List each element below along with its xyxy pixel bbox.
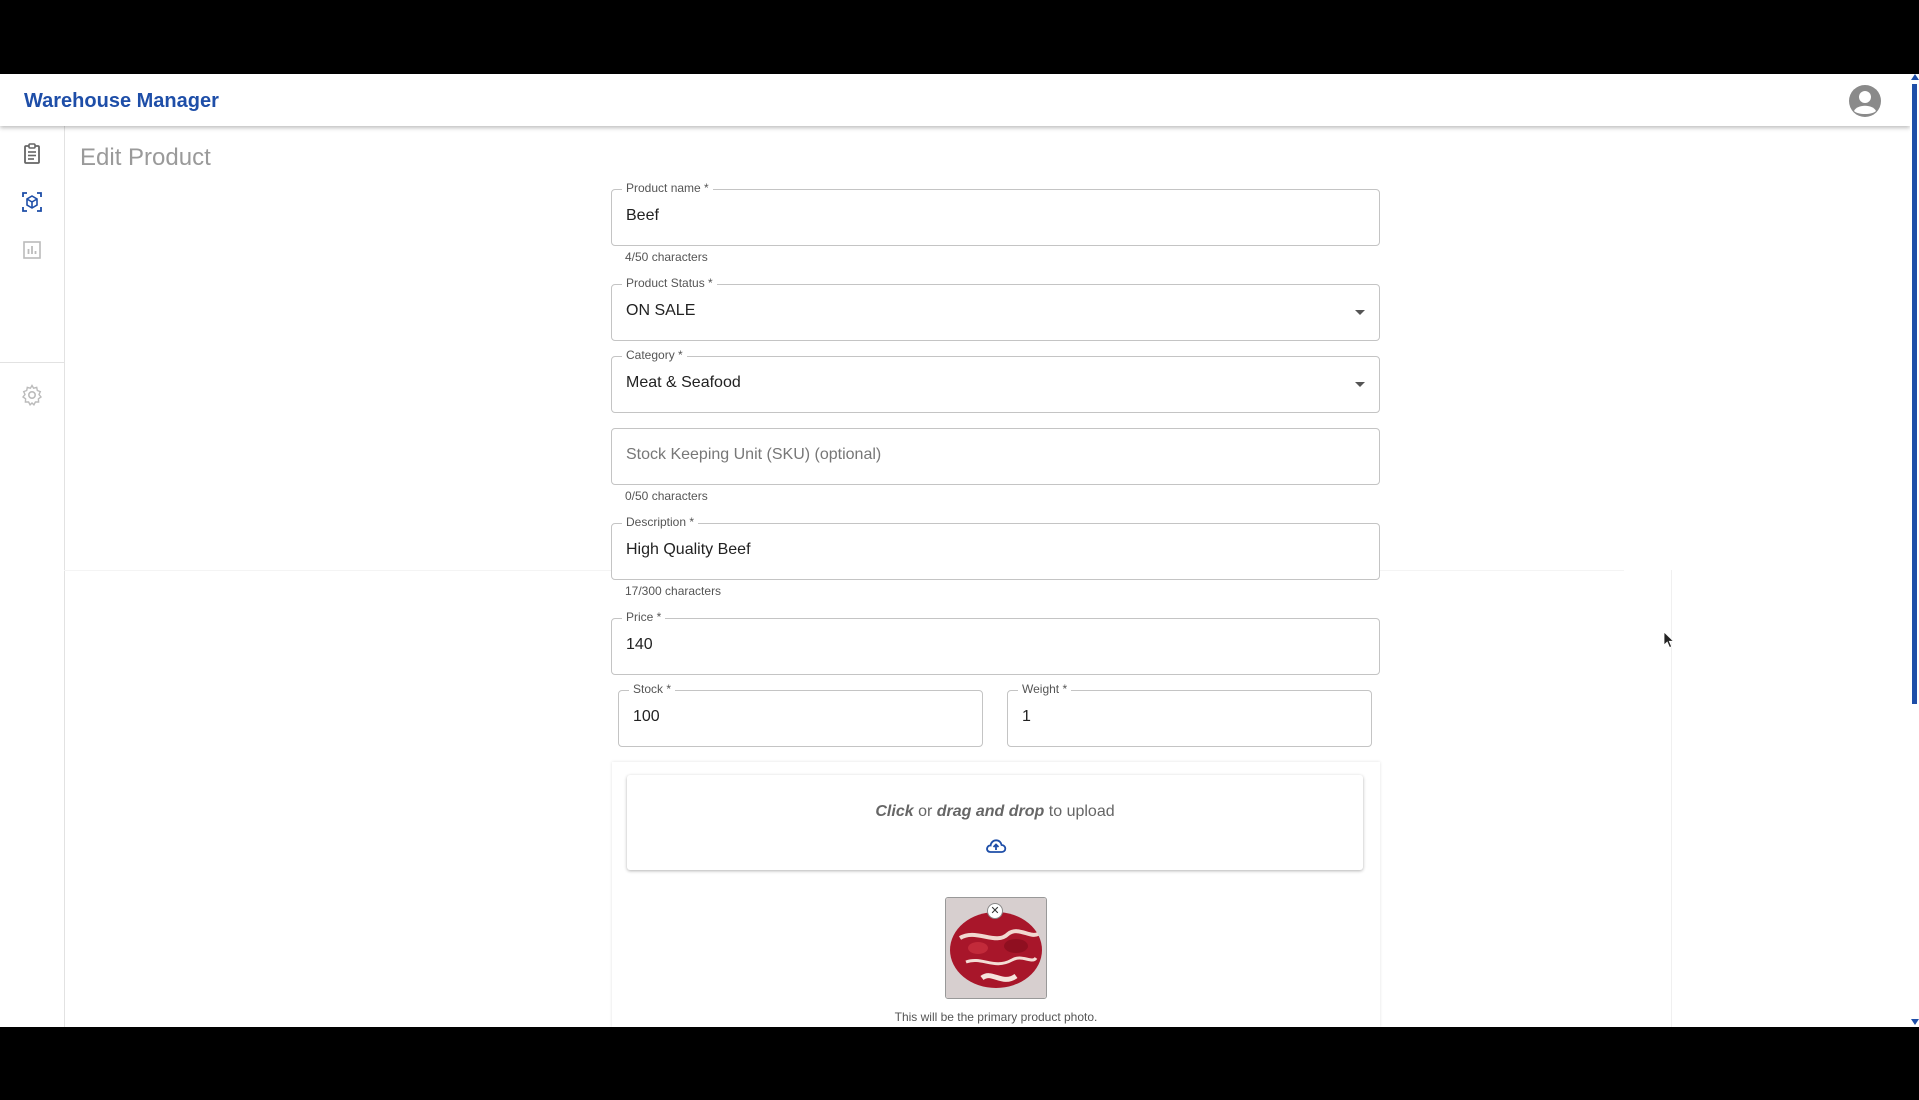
chevron-down-icon[interactable] xyxy=(1355,382,1365,387)
scroll-up-arrow[interactable] xyxy=(1911,74,1919,80)
price-field[interactable]: Price * 140 xyxy=(611,610,1380,675)
mouse-cursor-icon xyxy=(1663,631,1675,649)
sidebar-divider xyxy=(0,362,64,363)
stock-value[interactable]: 100 xyxy=(633,708,660,726)
price-value[interactable]: 140 xyxy=(626,636,653,654)
product-photo-thumbnail[interactable]: ✕ xyxy=(945,897,1047,999)
gear-icon[interactable] xyxy=(20,383,44,407)
weight-label: Weight * xyxy=(1018,682,1072,696)
primary-photo-note: This will be the primary product photo. xyxy=(894,1010,1098,1024)
product-name-helper: 4/50 characters xyxy=(625,250,708,264)
weight-value[interactable]: 1 xyxy=(1022,708,1031,726)
upload-to-text: to upload xyxy=(1048,803,1115,820)
account-icon[interactable] xyxy=(1848,84,1882,118)
app-title[interactable]: Warehouse Manager xyxy=(24,90,219,113)
top-app-bar: Warehouse Manager xyxy=(0,74,1910,126)
price-label: Price * xyxy=(622,610,666,624)
clipboard-icon[interactable] xyxy=(20,142,44,166)
sku-field[interactable]: Stock Keeping Unit (SKU) (optional) xyxy=(611,428,1380,485)
cloud-upload-icon[interactable] xyxy=(984,834,1008,858)
sku-helper: 0/50 characters xyxy=(625,489,708,503)
category-value[interactable]: Meat & Seafood xyxy=(626,374,741,392)
upload-drag-text: drag and drop xyxy=(936,803,1045,820)
product-status-select[interactable]: Product Status * ON SALE xyxy=(611,276,1380,341)
upload-dropzone[interactable]: Click or drag and drop to upload xyxy=(627,775,1363,870)
product-status-value[interactable]: ON SALE xyxy=(626,302,695,320)
description-value[interactable]: High Quality Beef xyxy=(626,541,751,559)
chevron-down-icon[interactable] xyxy=(1355,310,1365,315)
app-window: Warehouse Manager Edit Product Product n… xyxy=(0,74,1910,1027)
category-select[interactable]: Category * Meat & Seafood xyxy=(611,348,1380,413)
upload-instructions: Click or drag and drop to upload xyxy=(627,803,1363,821)
product-status-label: Product Status * xyxy=(622,276,717,290)
sidebar xyxy=(0,126,65,1027)
stock-label: Stock * xyxy=(629,682,676,696)
image-upload-card: Click or drag and drop to upload ✕ This … xyxy=(612,762,1380,1027)
product-name-label: Product name * xyxy=(622,181,713,195)
weight-field[interactable]: Weight * 1 xyxy=(1007,682,1372,747)
upload-or-text: or xyxy=(918,803,933,820)
vertical-scrollbar[interactable] xyxy=(1910,74,1919,1027)
scrollbar-thumb[interactable] xyxy=(1912,84,1917,704)
cube-icon[interactable] xyxy=(20,190,44,214)
upload-click-text: Click xyxy=(875,803,914,820)
description-label: Description * xyxy=(622,515,699,529)
description-field[interactable]: Description * High Quality Beef xyxy=(611,515,1380,580)
sku-placeholder[interactable]: Stock Keeping Unit (SKU) (optional) xyxy=(626,446,881,464)
bar-chart-icon[interactable] xyxy=(20,238,44,262)
description-helper: 17/300 characters xyxy=(625,584,722,598)
product-name-field[interactable]: Product name * Beef xyxy=(611,181,1380,246)
stock-field[interactable]: Stock * 100 xyxy=(618,682,983,747)
page-title: Edit Product xyxy=(80,144,211,171)
remove-photo-button[interactable]: ✕ xyxy=(987,903,1003,919)
category-label: Category * xyxy=(622,348,687,362)
product-name-value[interactable]: Beef xyxy=(626,207,659,225)
scroll-down-arrow[interactable] xyxy=(1911,1019,1919,1025)
